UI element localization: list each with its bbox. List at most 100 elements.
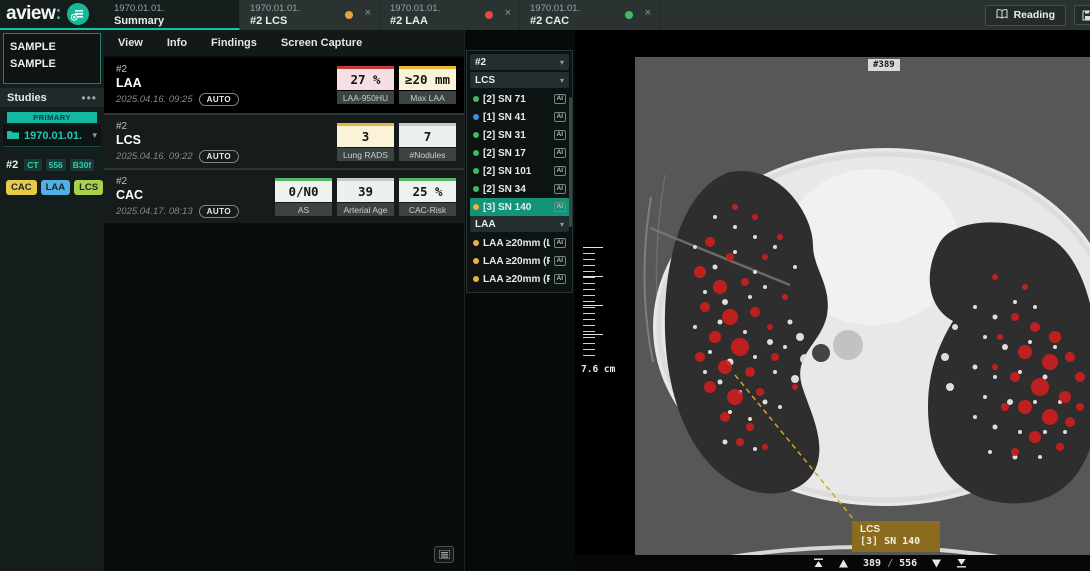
metric-max-laa: ≥20 mm Max LAA <box>399 66 456 104</box>
study-item[interactable]: 1970.01.01. ▾ <box>3 125 101 147</box>
series-number: #2 <box>6 159 18 171</box>
patient-info: SAMPLE SAMPLE <box>3 33 101 84</box>
tab-label: Summary <box>114 15 231 28</box>
nodule-dot <box>473 204 479 210</box>
worklist-icon[interactable] <box>67 3 89 25</box>
close-icon[interactable]: × <box>365 7 371 19</box>
kernel-tag: B30f <box>70 159 94 171</box>
nodule-row[interactable]: [2] SN 31 AI <box>470 126 569 144</box>
card-metrics: 0/N0 AS 39 Arterial Age 25 % CAC-Risk <box>275 178 456 216</box>
last-slice-icon[interactable] <box>956 558 967 568</box>
tab-label: #2 LAA <box>390 15 511 28</box>
card-metrics: 27 % LAA-950HU ≥20 mm Max LAA <box>337 66 456 104</box>
metric-lung-rads: 3 Lung RADS <box>337 123 394 161</box>
menu-view[interactable]: View <box>118 37 143 49</box>
laa-finding-row[interactable]: LAA ≥20mm (L… AI <box>470 234 569 252</box>
menu-info[interactable]: Info <box>167 37 187 49</box>
summary-panel: View Info Findings Screen Capture #2 LAA… <box>104 30 465 571</box>
laa-module-badge[interactable]: LAA <box>41 180 71 195</box>
menu-findings[interactable]: Findings <box>211 37 257 49</box>
tab-label: #2 LCS <box>250 15 371 28</box>
folder-icon <box>7 127 19 145</box>
nodule-row[interactable]: [1] SN 41 AI <box>470 108 569 126</box>
series-select-value: #2 <box>475 57 486 68</box>
ai-badge: AI <box>554 238 567 248</box>
slice-count-tag: 556 <box>46 159 66 171</box>
card-datetime: 2025.04.17. 08:13 <box>116 206 193 217</box>
laa-label: LAA ≥20mm (R… <box>483 256 550 267</box>
patient-name-line2: SAMPLE <box>10 56 94 73</box>
metric-label: CAC-Risk <box>399 203 456 216</box>
first-slice-icon[interactable] <box>813 558 824 568</box>
reading-button[interactable]: Reading <box>985 5 1066 26</box>
nodule-dot <box>473 132 479 138</box>
nodule-row[interactable]: [2] SN 17 AI <box>470 144 569 162</box>
tab-bar: 1970.01.01. Summary 1970.01.01. #2 LCS ×… <box>104 0 1090 30</box>
aview-application: aview: SAMPLE SAMPLE Studies ••• PRIMARY… <box>0 0 1090 571</box>
metric-label: #Nodules <box>399 148 456 161</box>
laa-dot <box>473 276 479 282</box>
metric-label: LAA-950HU <box>337 91 394 104</box>
lcs-module-badge[interactable]: LCS <box>74 180 103 195</box>
ai-badge: AI <box>554 166 567 176</box>
metric-cac-risk: 25 % CAC-Risk <box>399 178 456 216</box>
laa-group-select[interactable]: LAA ▾ <box>470 216 569 232</box>
card-datetime: 2025.04.16. 09:22 <box>116 151 193 162</box>
finding-annotation[interactable]: LCS [3] SN 140 <box>852 521 940 552</box>
laa-select-value: LAA <box>475 219 496 230</box>
lcs-select-value: LCS <box>475 75 495 86</box>
nodule-dot <box>473 150 479 156</box>
scale-ruler <box>583 247 603 361</box>
nodule-label: [1] SN 41 <box>483 112 550 123</box>
nodule-row[interactable]: [2] SN 101 AI <box>470 162 569 180</box>
layout-list-button[interactable] <box>434 546 454 563</box>
studies-title: Studies <box>7 92 47 104</box>
chevron-down-icon: ▾ <box>560 220 564 229</box>
laa-summary-card[interactable]: #2 LAA 2025.04.16. 09:25 AUTO 27 % LAA-9… <box>104 58 464 113</box>
metric-label: AS <box>275 203 332 216</box>
cac-module-badge[interactable]: CAC <box>6 180 37 195</box>
close-icon[interactable]: × <box>505 7 511 19</box>
nodule-dot <box>473 168 479 174</box>
ai-badge: AI <box>554 256 567 266</box>
slice-divider: / <box>887 558 893 569</box>
series-select[interactable]: #2 ▾ <box>470 54 569 70</box>
previous-slice-icon[interactable] <box>838 559 849 568</box>
total-slices: 556 <box>899 558 917 569</box>
metric-nodule-count: 7 #Nodules <box>399 123 456 161</box>
ct-viewer[interactable]: #389 7.6 cm LCS [3] SN 140 389 / 556 <box>575 30 1090 571</box>
save-button[interactable] <box>1074 5 1090 25</box>
nodule-row[interactable]: [2] SN 34 AI <box>470 180 569 198</box>
ct-image[interactable] <box>635 57 1090 555</box>
app-logo: aview: <box>6 3 61 25</box>
metric-value: 3 <box>337 123 394 147</box>
close-icon[interactable]: × <box>645 7 651 19</box>
tab-lcs[interactable]: 1970.01.01. #2 LCS × <box>240 0 380 30</box>
scrollbar[interactable] <box>569 97 572 227</box>
metric-value: 39 <box>337 178 394 202</box>
chevron-down-icon: ▾ <box>560 58 564 67</box>
chevron-down-icon[interactable]: ▾ <box>92 130 97 141</box>
metric-laa-950hu: 27 % LAA-950HU <box>337 66 394 104</box>
laa-finding-row[interactable]: LAA ≥20mm (R… AI <box>470 252 569 270</box>
nodule-row-selected[interactable]: [3] SN 140 AI <box>470 198 569 216</box>
laa-finding-row[interactable]: LAA ≥20mm (R… AI <box>470 270 569 288</box>
tab-summary[interactable]: 1970.01.01. Summary <box>104 0 240 30</box>
lcs-summary-card[interactable]: #2 LCS 2025.04.16. 09:22 AUTO 3 Lung RAD… <box>104 113 464 168</box>
tab-cac[interactable]: 1970.01.01. #2 CAC × <box>520 0 660 30</box>
metric-label: Arterial Age <box>337 203 394 216</box>
ai-badge: AI <box>554 202 567 212</box>
next-slice-icon[interactable] <box>931 559 942 568</box>
nodule-dot <box>473 114 479 120</box>
chevron-down-icon: ▾ <box>560 76 564 85</box>
lcs-group-select[interactable]: LCS ▾ <box>470 72 569 88</box>
nodule-row[interactable]: [2] SN 71 AI <box>470 90 569 108</box>
nodule-dot <box>473 96 479 102</box>
ai-badge: AI <box>554 94 567 104</box>
cac-summary-card[interactable]: #2 CAC 2025.04.17. 08:13 AUTO 0/N0 AS 39… <box>104 168 464 223</box>
menu-screen-capture[interactable]: Screen Capture <box>281 37 362 49</box>
series-item[interactable]: #2 CT 556 B30f <box>6 159 98 171</box>
tab-laa[interactable]: 1970.01.01. #2 LAA × <box>380 0 520 30</box>
studies-menu-icon[interactable]: ••• <box>81 95 97 101</box>
auto-badge: AUTO <box>199 205 240 218</box>
